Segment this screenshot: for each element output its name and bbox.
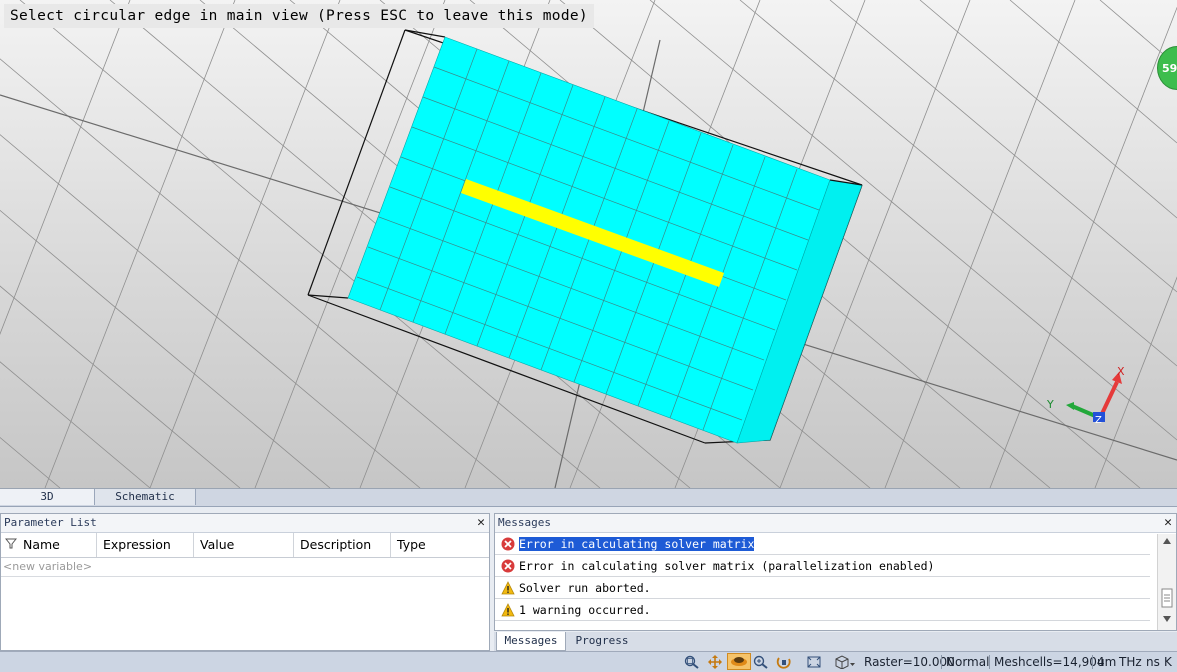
messages-title: Messages ✕ [495,514,1176,533]
status-bar: Raster=10.000 Normal Meshcells=14,904 um… [0,651,1177,672]
scene-canvas[interactable]: X Y Z [0,0,1177,488]
error-icon [501,559,515,573]
unit-time[interactable]: ns [1146,655,1160,669]
parameter-list-panel: Parameter List ✕ Name Expression Value D… [0,513,490,651]
messages-scrollbar[interactable] [1157,534,1176,630]
message-row[interactable]: Error in calculating solver matrix [495,533,1150,555]
scroll-down-icon[interactable] [1163,616,1171,622]
message-text: Error in calculating solver matrix (para… [519,559,935,573]
message-row[interactable]: Solver run aborted. [495,577,1150,599]
column-name-label: Name [23,537,60,552]
axis-y-label: Y [1046,398,1054,411]
warning-icon [501,581,515,595]
messages-title-text: Messages [498,516,551,529]
bottom-panels: Parameter List ✕ Name Expression Value D… [0,507,1177,651]
zoom-area-icon[interactable] [684,655,700,669]
error-icon [501,537,515,551]
column-name[interactable]: Name [1,533,97,557]
mode-status: Normal [941,655,989,669]
mode-banner: Select circular edge in main view (Press… [4,4,594,28]
view-cube-dropdown-icon[interactable] [834,655,856,669]
unit-frequency[interactable]: THz [1119,655,1142,669]
column-expression[interactable]: Expression [97,533,194,557]
message-text: Error in calculating solver matrix [519,537,755,551]
rotate-mode-toggle[interactable] [727,653,751,670]
column-value[interactable]: Value [194,533,294,557]
close-icon[interactable]: ✕ [477,514,485,532]
message-text: 1 warning occurred. [519,603,651,617]
tab-3d[interactable]: 3D [0,489,95,505]
parameter-table-header: Name Expression Value Description Type [1,533,489,558]
new-variable-row[interactable]: <new variable> [1,558,489,577]
column-type[interactable]: Type [391,533,489,557]
axis-z-label: Z [1095,415,1102,426]
scroll-up-icon[interactable] [1163,538,1171,544]
parameter-list-title-text: Parameter List [4,516,97,529]
zoom-icon[interactable] [753,655,769,669]
message-row[interactable]: 1 warning occurred. [495,599,1150,621]
column-description[interactable]: Description [294,533,391,557]
axis-triad: X Y Z [1046,365,1125,426]
axis-x-label: X [1117,365,1125,378]
tab-messages[interactable]: Messages [496,632,566,651]
message-row[interactable]: Error in calculating solver matrix (para… [495,555,1150,577]
messages-tabs: Messages Progress [494,632,1177,651]
messages-panel: Messages ✕ Error in calculating solver m… [494,513,1177,631]
rotate-icon [731,657,747,666]
3d-viewport[interactable]: X Y Z Select circular edge in main view … [0,0,1177,489]
fit-view-icon[interactable] [806,655,822,669]
spin-icon[interactable] [776,655,792,669]
parameter-list-title: Parameter List ✕ [1,514,489,533]
view-tabs: 3D Schematic [0,489,1177,507]
message-text: Solver run aborted. [519,581,651,595]
tab-progress[interactable]: Progress [570,632,634,650]
warning-icon [501,603,515,617]
tab-schematic[interactable]: Schematic [95,489,196,505]
substrate-block[interactable] [347,36,863,444]
unit-length[interactable]: um [1092,655,1116,669]
meshcells-status: Meshcells=14,904 [989,655,1105,669]
close-icon[interactable]: ✕ [1164,514,1172,532]
unit-temperature[interactable]: K [1164,655,1172,669]
filter-icon[interactable] [4,533,18,557]
pan-icon[interactable] [707,655,723,669]
